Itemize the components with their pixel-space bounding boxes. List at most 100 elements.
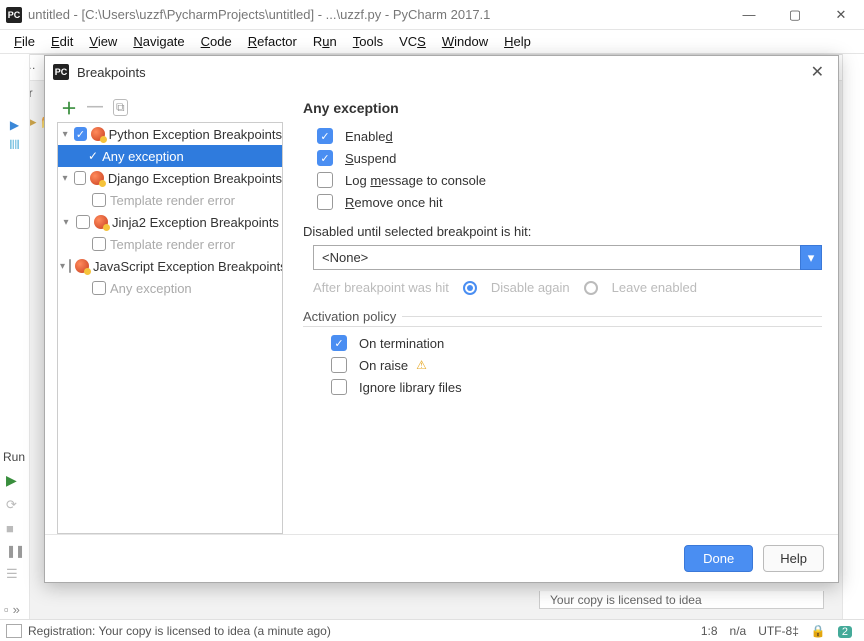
menu-file[interactable]: File (8, 32, 41, 51)
tree-label: Template render error (110, 237, 235, 252)
menu-window[interactable]: Window (436, 32, 494, 51)
run-stop-icon[interactable]: ■ (6, 521, 24, 536)
group-checkbox[interactable] (69, 259, 71, 273)
tree-label: JavaScript Exception Breakpoints (93, 259, 283, 274)
radio-disable-again-label: Disable again (491, 280, 570, 295)
run-toolwindow-label[interactable]: Run (3, 450, 25, 464)
on-raise-option[interactable]: On raise ⚠ (327, 357, 822, 373)
remove-once-option[interactable]: Remove once hit (313, 194, 822, 210)
tree-label: Any exception (110, 281, 192, 296)
remove-breakpoint-button[interactable]: — (87, 98, 103, 116)
help-button[interactable]: Help (763, 545, 824, 572)
menu-help[interactable]: Help (498, 32, 537, 51)
ignore-lib-option[interactable]: Ignore library files (327, 379, 822, 395)
tree-group-jinja2[interactable]: ▾ Jinja2 Exception Breakpoints (58, 211, 282, 233)
radio-disable-again[interactable] (463, 281, 477, 295)
tool-window-icon-2[interactable]: » (13, 602, 20, 617)
on-termination-checkbox[interactable]: ✓ (331, 335, 347, 351)
line-sep[interactable]: n/a (724, 624, 753, 638)
log-checkbox[interactable] (317, 172, 333, 188)
menu-edit[interactable]: Edit (45, 32, 79, 51)
menu-vcs[interactable]: VCS (393, 32, 432, 51)
enabled-checkbox[interactable]: ✓ (317, 128, 333, 144)
ignore-lib-checkbox[interactable] (331, 379, 347, 395)
group-by-button[interactable]: ⧉ (113, 99, 128, 116)
status-message: Registration: Your copy is licensed to i… (28, 624, 331, 638)
dialog-app-icon: PC (53, 64, 69, 80)
item-checkbox[interactable] (92, 237, 106, 251)
encoding[interactable]: UTF-8‡ (752, 624, 805, 638)
expand-icon[interactable]: ▾ (60, 173, 70, 184)
tree-item-template-render-2[interactable]: Template render error (58, 233, 282, 255)
section-divider (402, 316, 822, 317)
tree-toolbar: ＋ — ⧉ (57, 96, 283, 118)
activation-section-title: Activation policy (303, 309, 822, 327)
ignore-lib-label: Ignore library files (359, 380, 462, 395)
radio-leave-enabled[interactable] (584, 281, 598, 295)
item-checkbox[interactable] (92, 281, 106, 295)
tree-group-django[interactable]: ▾ Django Exception Breakpoints (58, 167, 282, 189)
combo-dropdown-button[interactable]: ▾ (800, 245, 822, 270)
detail-heading: Any exception (303, 100, 822, 116)
status-icon[interactable] (6, 624, 22, 638)
breakpoint-icon (91, 127, 105, 141)
notifications-badge[interactable]: 2 (832, 624, 858, 638)
log-option[interactable]: Log message to console (313, 172, 822, 188)
disabled-until-label: Disabled until selected breakpoint is hi… (303, 224, 822, 239)
menu-refactor[interactable]: Refactor (242, 32, 303, 51)
run-pause-icon[interactable]: ❚❚ (6, 544, 24, 558)
tree-group-javascript[interactable]: ▾ JavaScript Exception Breakpoints (58, 255, 282, 277)
expand-icon[interactable]: ▾ (60, 217, 72, 228)
tree-group-python[interactable]: ▾ ✓ Python Exception Breakpoints (58, 123, 282, 145)
menu-view[interactable]: View (83, 32, 123, 51)
tree-item-any-exception[interactable]: ✓ Any exception (58, 145, 282, 167)
menu-code[interactable]: Code (195, 32, 238, 51)
structure-icon[interactable]: ⦀⦀ (9, 138, 20, 153)
run-play-icon[interactable]: ▶ (6, 472, 24, 489)
right-gutter (842, 54, 864, 619)
after-hit-row: After breakpoint was hit Disable again L… (313, 280, 822, 295)
breakpoint-detail-panel: Any exception ✓ Enabled ✓ Suspend Log me… (299, 96, 826, 534)
dialog-close-button[interactable]: ✕ (805, 60, 830, 84)
menu-navigate[interactable]: Navigate (127, 32, 190, 51)
suspend-checkbox[interactable]: ✓ (317, 150, 333, 166)
on-raise-checkbox[interactable] (331, 357, 347, 373)
remove-once-checkbox[interactable] (317, 194, 333, 210)
add-breakpoint-button[interactable]: ＋ (61, 95, 77, 119)
menu-run[interactable]: Run (307, 32, 343, 51)
breakpoints-dialog: PC Breakpoints ✕ ＋ — ⧉ ▾ ✓ Python Except… (44, 55, 839, 583)
on-termination-option[interactable]: ✓ On termination (327, 335, 822, 351)
menu-tools[interactable]: Tools (347, 32, 389, 51)
group-checkbox[interactable] (76, 215, 90, 229)
bottom-tool-buttons: ▫ » (4, 602, 20, 617)
done-button[interactable]: Done (684, 545, 753, 572)
minimize-button[interactable]: ― (726, 0, 772, 30)
play-icon[interactable]: ▶ (10, 118, 19, 132)
lock-icon[interactable]: 🔒 (805, 624, 832, 638)
run-settings-icon[interactable]: ☰ (6, 566, 24, 582)
tree-label: Python Exception Breakpoints (109, 127, 282, 142)
enabled-label: Enabled (345, 129, 393, 144)
close-button[interactable]: ✕ (818, 0, 864, 30)
expand-icon[interactable]: ▾ (60, 129, 70, 140)
breakpoint-icon (94, 215, 108, 229)
tool-window-icon[interactable]: ▫ (4, 602, 9, 617)
breakpoint-tree[interactable]: ▾ ✓ Python Exception Breakpoints ✓ Any e… (57, 122, 283, 534)
group-checkbox[interactable] (74, 171, 86, 185)
disabled-until-combo[interactable]: <None> ▾ (313, 245, 822, 270)
tree-item-template-render[interactable]: Template render error (58, 189, 282, 211)
maximize-button[interactable]: ▢ (772, 0, 818, 30)
combo-value[interactable]: <None> (313, 245, 800, 270)
tree-label: Template render error (110, 193, 235, 208)
caret-position[interactable]: 1:8 (695, 624, 724, 638)
on-raise-label: On raise (359, 358, 408, 373)
expand-icon[interactable]: ▾ (60, 261, 65, 272)
group-checkbox[interactable]: ✓ (74, 127, 86, 141)
enabled-option[interactable]: ✓ Enabled (313, 128, 822, 144)
item-checkbox[interactable] (92, 193, 106, 207)
tree-label: Jinja2 Exception Breakpoints (112, 215, 279, 230)
suspend-option[interactable]: ✓ Suspend (313, 150, 822, 166)
tree-item-js-any-exception[interactable]: Any exception (58, 277, 282, 299)
breakpoint-icon (90, 171, 104, 185)
run-rerun-icon[interactable]: ⟳ (6, 497, 24, 513)
